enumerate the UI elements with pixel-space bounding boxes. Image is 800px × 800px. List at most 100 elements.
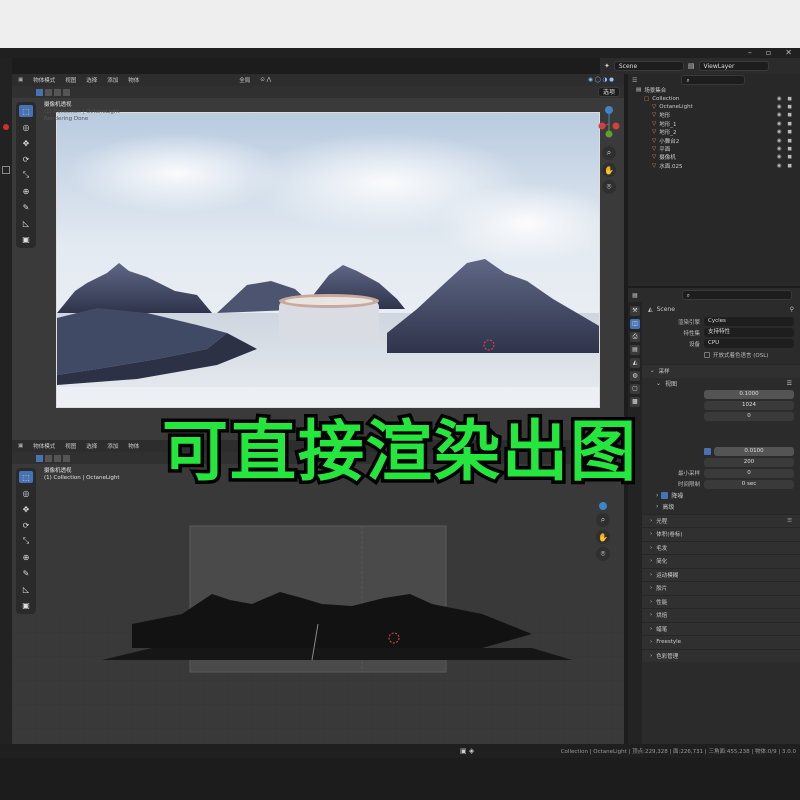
navigation-gizmo-top[interactable] — [598, 102, 620, 142]
collection-tab-icon[interactable]: ▢ — [630, 384, 640, 394]
annotate-icon[interactable]: ✎ — [19, 567, 33, 579]
shading-icons[interactable]: ◉ ◯ ◑ ● — [588, 77, 614, 83]
close-icon[interactable]: ✕ — [785, 48, 792, 58]
outliner-item[interactable]: ▽ OctaneLight ◉ ◼ — [628, 103, 800, 111]
camera-info-top: 摄像机透视 (1) Collection | OctaneLight Rende… — [44, 102, 120, 123]
transform-orientation[interactable]: 全局 — [239, 76, 250, 84]
outliner-item[interactable]: ▽ 地形 ◉ ◼ — [628, 111, 800, 119]
properties-type-icon[interactable]: ▦ — [632, 292, 638, 299]
outliner-item[interactable]: ▽ 地形_2 ◉ ◼ — [628, 128, 800, 136]
list-icon[interactable]: ☰ — [787, 518, 800, 524]
visibility-icons[interactable]: ◉ ◼ — [777, 146, 800, 152]
select-box-icon[interactable]: ⬚ — [19, 105, 33, 117]
property-section[interactable]: › 性能 — [642, 594, 800, 608]
frame-icon[interactable] — [2, 166, 10, 174]
feature-set-select[interactable]: 支持特性 — [704, 328, 794, 337]
measure-icon[interactable]: ◺ — [19, 583, 33, 595]
cursor-icon[interactable]: ◎ — [19, 121, 33, 133]
menu-view[interactable]: 视图 — [65, 76, 76, 84]
viewport-subsection[interactable]: ⌄ 视图 ☰ — [642, 378, 800, 389]
annotate-icon[interactable]: ✎ — [19, 201, 33, 213]
move-icon[interactable]: ✥ — [19, 503, 33, 515]
rotate-icon[interactable]: ⟳ — [19, 519, 33, 531]
outliner-item[interactable]: ▽ 摄像机 ◉ ◼ — [628, 153, 800, 161]
outliner-type-icon[interactable]: ☰ — [632, 77, 637, 84]
zoom-icon[interactable]: ⌕ — [602, 146, 616, 160]
minimize-icon[interactable]: – — [748, 48, 752, 58]
scale-icon[interactable]: ⤡ — [19, 535, 33, 547]
property-section[interactable]: › 运动模糊 — [642, 567, 800, 581]
maximize-icon[interactable]: ▫ — [766, 48, 771, 58]
advanced-subsection[interactable]: › 高级 — [642, 501, 800, 512]
outliner-item[interactable]: ▽ 小舞台2 ◉ ◼ — [628, 136, 800, 145]
add-cube-icon[interactable]: ▣ — [19, 599, 33, 611]
output-tab-icon[interactable]: ⎙ — [630, 332, 640, 342]
property-section[interactable]: › 烘焙 — [642, 608, 800, 622]
property-section-label: 蜡笔 — [656, 626, 668, 633]
property-section[interactable]: › 体积(卷标) — [642, 527, 800, 541]
device-select[interactable]: CPU — [704, 339, 794, 348]
add-cube-icon[interactable]: ▣ — [19, 233, 33, 245]
visibility-icons[interactable]: ◉ ◼ — [777, 121, 800, 127]
camera-icon[interactable]: ⌾ — [602, 180, 616, 194]
visibility-icons[interactable]: ◉ ◼ — [777, 163, 800, 169]
visibility-icons[interactable]: ◉ ◼ — [777, 112, 800, 118]
property-section[interactable]: › 简化 — [642, 554, 800, 568]
property-section[interactable]: › Freestyle — [642, 635, 800, 649]
scene-field[interactable]: Scene — [613, 61, 684, 71]
sampling-section[interactable]: ⌄ 采样 — [642, 364, 800, 378]
world-tab-icon[interactable]: ◍ — [630, 371, 640, 381]
rotate-icon[interactable]: ⟳ — [19, 153, 33, 165]
menu-select[interactable]: 选择 — [86, 76, 97, 84]
pin-icon[interactable]: ⚲ — [790, 306, 800, 313]
outliner-item[interactable]: ▢ Collection ◉ ◼ — [628, 94, 800, 102]
visibility-icons[interactable]: ◉ ◼ — [777, 96, 800, 102]
render-engine-select[interactable]: Cycles — [704, 317, 794, 326]
property-section[interactable]: › 色彩管理 — [642, 648, 800, 662]
list-icon[interactable]: ☰ — [787, 380, 800, 387]
outliner-item[interactable]: ▽ 水面.025 ◉ ◼ — [628, 162, 800, 170]
property-section[interactable]: › 光程 ☰ — [642, 513, 800, 527]
visibility-icons[interactable]: ◉ ◼ — [777, 154, 800, 160]
zoom-icon[interactable]: ⌕ — [596, 513, 610, 527]
select-mode-icon[interactable] — [36, 88, 43, 96]
editor-type-icon[interactable]: ▣ — [18, 77, 23, 83]
viewport-top[interactable]: 摄像机透视 (1) Collection | OctaneLight Rende… — [12, 98, 624, 440]
render-tab-icon[interactable]: ◫ — [630, 319, 640, 329]
axis-dot-icon[interactable] — [599, 502, 607, 510]
scale-icon[interactable]: ⤡ — [19, 169, 33, 181]
options-button[interactable]: 选项 — [597, 87, 620, 97]
pan-icon[interactable]: ✋ — [602, 163, 616, 177]
select-mode-icon[interactable] — [45, 88, 52, 96]
viewport-bottom[interactable]: 摄像机透视 (1) Collection | OctaneLight ⬚ ◎ ✥… — [12, 464, 624, 744]
object-icon: ▽ — [652, 103, 657, 110]
select-mode-icon[interactable] — [54, 88, 61, 96]
outliner-item[interactable]: ▽ 地形_1 ◉ ◼ — [628, 120, 800, 128]
property-section[interactable]: › 蜡笔 — [642, 621, 800, 635]
pan-icon[interactable]: ✋ — [596, 530, 610, 544]
property-section[interactable]: › 毛发 — [642, 540, 800, 554]
visibility-icons[interactable]: ◉ ◼ — [777, 104, 800, 110]
outliner-item[interactable]: ▽ 平面 ◉ ◼ — [628, 145, 800, 153]
move-icon[interactable]: ✥ — [19, 137, 33, 149]
select-mode-icon[interactable] — [63, 88, 70, 96]
viewlayer-field[interactable]: ViewLayer — [698, 61, 769, 71]
record-icon[interactable] — [3, 124, 9, 130]
osl-checkbox[interactable] — [704, 351, 710, 358]
outliner-search[interactable]: ⌕ — [681, 75, 746, 85]
transform-icon[interactable]: ⊕ — [19, 185, 33, 197]
scene-tab-icon[interactable]: ◭ — [630, 358, 640, 368]
view-layer-tab-icon[interactable]: ▤ — [630, 345, 640, 355]
menu-object[interactable]: 物体 — [128, 76, 139, 84]
visibility-icons[interactable]: ◉ ◼ — [777, 129, 800, 135]
property-section[interactable]: › 胶片 — [642, 581, 800, 595]
measure-icon[interactable]: ◺ — [19, 217, 33, 229]
snap-icon[interactable]: ⊙ ⋀ — [260, 77, 271, 83]
menu-add[interactable]: 添加 — [107, 76, 118, 84]
tool-tab-icon[interactable]: ⚒ — [630, 306, 640, 316]
camera-icon[interactable]: ⌾ — [596, 547, 610, 561]
mode-select[interactable]: 物体模式 — [33, 76, 55, 84]
properties-search[interactable]: ⌕ — [681, 290, 792, 300]
transform-icon[interactable]: ⊕ — [19, 551, 33, 563]
visibility-icons[interactable]: ◉ ◼ — [777, 138, 800, 144]
